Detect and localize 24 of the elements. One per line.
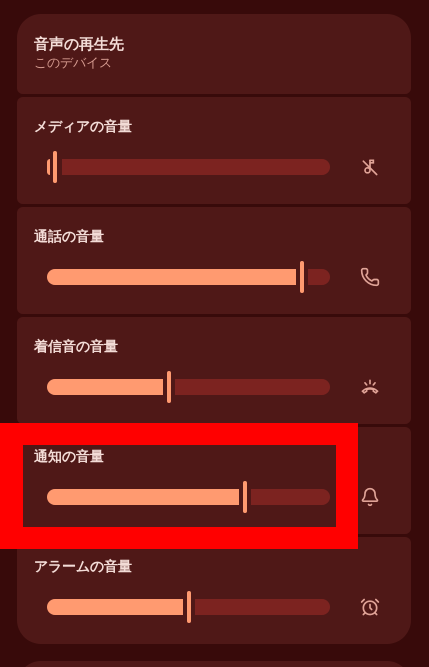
volume-slider[interactable] (47, 371, 330, 403)
music-off-icon (360, 157, 380, 177)
bell-icon (360, 487, 380, 507)
volume-label: 着信音の音量 (34, 338, 119, 357)
volume-label: メディアの音量 (34, 118, 133, 137)
volume-label: 通知の音量 (34, 448, 105, 467)
volume-slider[interactable] (47, 151, 330, 183)
slider-thumb[interactable] (243, 481, 247, 513)
slider-thumb[interactable] (167, 371, 171, 403)
volume-slider[interactable] (47, 261, 330, 293)
output-title: 音声の再生先 (34, 34, 125, 54)
volume-label: アラームの音量 (34, 558, 133, 577)
slider-track (308, 269, 330, 285)
slider-thumb[interactable] (300, 261, 304, 293)
slider-thumb[interactable] (53, 151, 57, 183)
volume-slider[interactable] (47, 591, 330, 623)
slider-thumb[interactable] (187, 591, 191, 623)
phone-ringing-icon (360, 377, 380, 397)
volume-slider[interactable] (47, 481, 330, 513)
alarm-clock-icon (360, 597, 380, 617)
phone-icon (360, 267, 380, 287)
output-device: このデバイス (34, 55, 113, 73)
volume-label: 通話の音量 (34, 228, 105, 247)
output-card[interactable]: 音声の再生先 このデバイス (17, 14, 411, 94)
